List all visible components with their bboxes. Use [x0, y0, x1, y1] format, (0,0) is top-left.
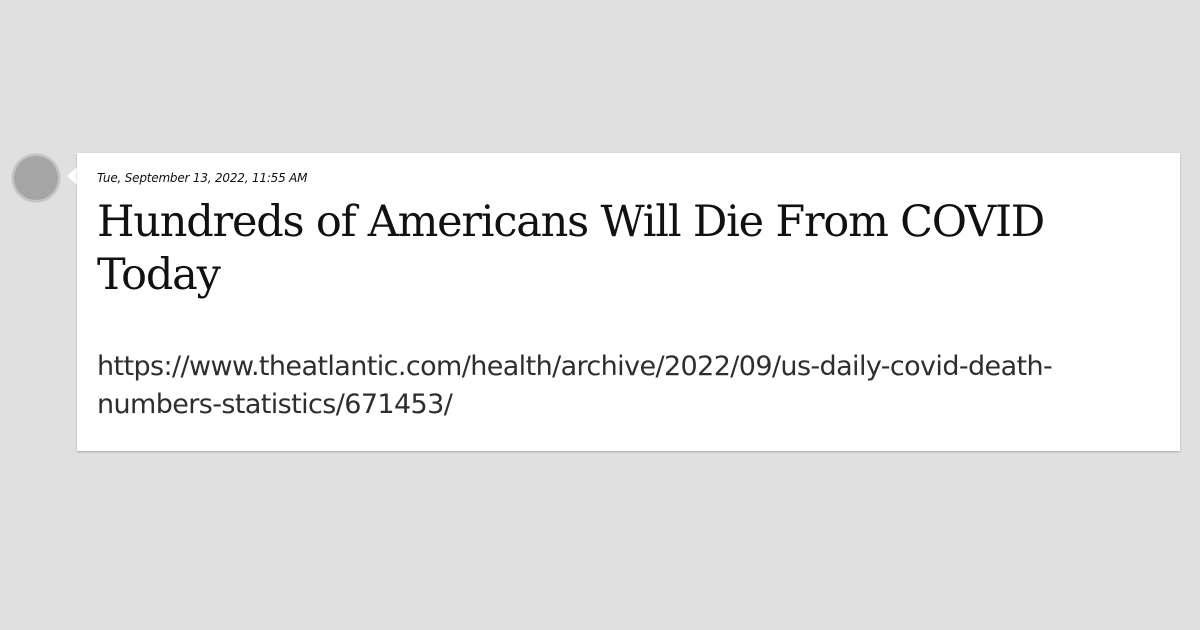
post-link[interactable]: https://www.theatlantic.com/health/archi…	[97, 348, 1160, 424]
post-link-line-1: https://www.theatlantic.com/health/archi…	[97, 351, 1053, 382]
avatar[interactable]	[12, 154, 60, 202]
post-link-line-2: numbers-statistics/671453/	[97, 389, 453, 420]
post-card: Tue, September 13, 2022, 11:55 AM Hundre…	[77, 153, 1180, 451]
post-title: Hundreds of Americans Will Die From COVI…	[97, 197, 1045, 300]
post-timestamp: Tue, September 13, 2022, 11:55 AM	[97, 171, 308, 185]
